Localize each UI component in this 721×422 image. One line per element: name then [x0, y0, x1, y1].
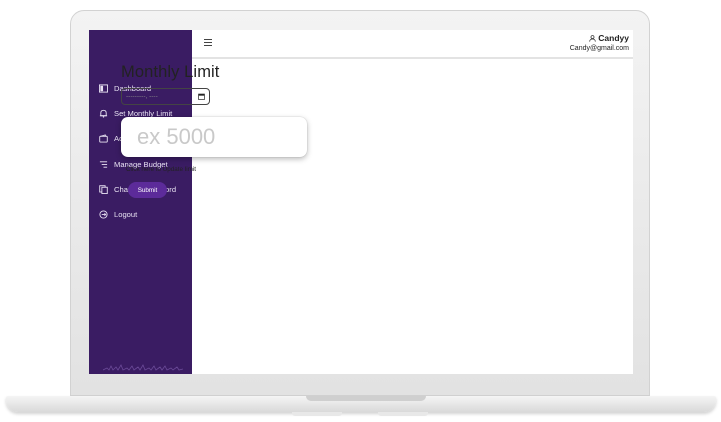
submit-button[interactable]: Submit: [128, 182, 167, 198]
date-input-value: ---------, ----: [126, 93, 158, 100]
bell-icon: [99, 109, 108, 118]
monthly-limit-input[interactable]: ex 5000: [121, 117, 307, 157]
user-name: Candyy: [598, 33, 629, 43]
list-icon: [99, 160, 108, 169]
top-bar: Candyy Candy@gmail.com: [192, 30, 633, 59]
laptop-foot-left: [292, 412, 342, 416]
wallet-icon: [99, 134, 108, 144]
hamburger-icon[interactable]: [204, 39, 212, 47]
user-name-row: Candyy: [570, 33, 629, 44]
user-icon: [589, 34, 596, 42]
user-profile[interactable]: Candyy Candy@gmail.com: [570, 33, 629, 54]
decorative-wave: [103, 364, 183, 371]
month-date-input[interactable]: ---------, ----: [121, 88, 210, 105]
sidebar-item-logout[interactable]: Logout: [89, 202, 192, 227]
user-email: Candy@gmail.com: [569, 45, 629, 52]
calendar-icon[interactable]: [198, 93, 205, 100]
logout-icon: [99, 210, 108, 219]
laptop-base: [6, 396, 716, 412]
laptop-notch: [306, 396, 426, 401]
page-title: Monthly Limit: [121, 63, 220, 81]
update-hint-text: Click here to Update limit: [126, 166, 196, 173]
limit-placeholder: ex 5000: [137, 124, 216, 149]
copy-icon: [99, 185, 108, 194]
sidebar-item-label: Logout: [114, 210, 138, 220]
laptop-foot-right: [378, 412, 428, 416]
dashboard-icon: [99, 84, 108, 93]
